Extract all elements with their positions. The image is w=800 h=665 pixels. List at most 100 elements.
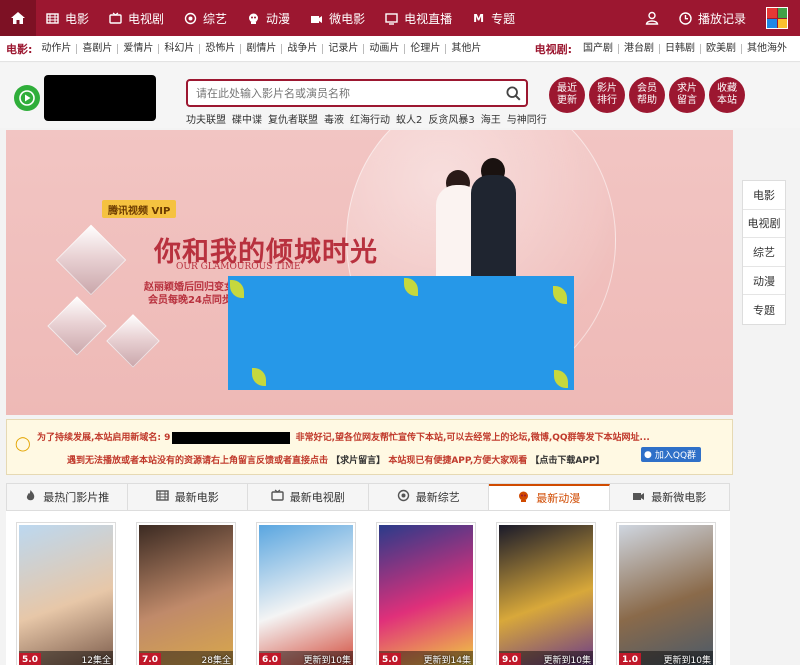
hot-search-words: 功夫联盟 碟中谍 复仇者联盟 毒液 红海行动 蚁人2 反贪风暴3 海王 与神同行	[186, 111, 547, 126]
join-qq-group-button[interactable]: ● 加入QQ群	[641, 447, 702, 462]
diamond-graphic	[106, 314, 160, 368]
movie-category-link[interactable]: 爱情片	[118, 43, 160, 54]
poster-card[interactable]: 9.0 更新到10集	[496, 522, 596, 665]
tab-4[interactable]: 最新动漫	[489, 484, 610, 510]
nav-item-2[interactable]: 综艺	[174, 0, 237, 36]
tab-label: 最新微电影	[651, 491, 707, 504]
movie-category-link[interactable]: 剧情片	[241, 43, 283, 54]
poster-image	[499, 525, 593, 665]
nav-item-4[interactable]: 微电影	[300, 0, 375, 36]
user-icon	[645, 11, 659, 25]
fire-icon	[24, 489, 37, 505]
redacted-domain	[172, 431, 291, 444]
tv-category-link[interactable]: 国产剧	[578, 43, 619, 54]
notice-text: 本站现已有便捷APP,方便大家观看	[388, 456, 528, 466]
movie-category-link[interactable]: 伦理片	[405, 43, 447, 54]
rating-badge: 5.0	[19, 653, 41, 665]
lightbulb-icon: ◯	[15, 436, 31, 452]
quick-link-button[interactable]: 会员帮助	[629, 77, 665, 113]
poster-card[interactable]: 1.0 更新到10集	[616, 522, 716, 665]
hot-word-link[interactable]: 蚁人2	[396, 111, 422, 126]
site-notice: ◯ 为了持续发展,本站启用新域名: 9 非常好记,望各位网友帮忙宣传下本站,可以…	[6, 419, 733, 475]
hot-word-link[interactable]: 功夫联盟	[186, 111, 226, 126]
movie-category-link[interactable]: 战争片	[282, 43, 324, 54]
request-link[interactable]: 【求片留言】	[331, 456, 385, 466]
search-input[interactable]	[188, 81, 500, 105]
home-icon	[11, 12, 25, 24]
search-box	[186, 79, 528, 107]
live-tv-icon	[385, 12, 398, 25]
tab-label: 最热门影片推	[43, 491, 110, 504]
tab-2[interactable]: 最新电视剧	[248, 484, 369, 510]
notice-text: 非常好记,望各位网友帮忙宣传下本站,可以去经常上的论坛,微博,QQ群等发下本站网…	[295, 433, 650, 443]
movie-category-link[interactable]: 其他片	[446, 43, 486, 54]
tv-category-link[interactable]: 日韩剧	[660, 43, 701, 54]
movie-category-link[interactable]: 喜剧片	[77, 43, 119, 54]
side-menu-item[interactable]: 综艺	[743, 238, 785, 267]
hot-word-link[interactable]: 海王	[481, 111, 501, 126]
hot-word-link[interactable]: 反贪风暴3	[428, 111, 474, 126]
tab-1[interactable]: 最新电影	[127, 484, 248, 510]
clock-icon	[679, 11, 692, 25]
home-button[interactable]	[0, 0, 36, 36]
movie-category-link[interactable]: 动作片	[36, 43, 78, 54]
tv-category-link[interactable]: 欧美剧	[701, 43, 742, 54]
poster-card[interactable]: 5.0 12集全	[16, 522, 116, 665]
tab-0[interactable]: 最热门影片推	[7, 484, 128, 510]
hot-word-link[interactable]: 与神同行	[507, 111, 547, 126]
poster-image	[259, 525, 353, 665]
hot-word-link[interactable]: 红海行动	[350, 111, 390, 126]
quick-link-button[interactable]: 求片留言	[669, 77, 705, 113]
nav-item-6[interactable]: M 专题	[462, 0, 525, 36]
side-menu-item[interactable]: 电视剧	[743, 210, 785, 239]
topic-icon: M	[473, 11, 485, 25]
hot-word-link[interactable]: 碟中谍	[232, 111, 262, 126]
overlay-ad-box[interactable]	[228, 276, 574, 390]
logo-square	[767, 18, 777, 28]
anime-icon	[247, 12, 260, 25]
nav-item-1[interactable]: 电视剧	[99, 0, 174, 36]
nav-item-label: 综艺	[203, 11, 228, 26]
tab-label: 最新动漫	[536, 492, 581, 505]
search-button[interactable]	[500, 85, 526, 101]
nav-item-label: 电视直播	[404, 11, 453, 26]
site-color-logo[interactable]	[766, 7, 788, 29]
movie-category-link[interactable]: 恐怖片	[200, 43, 242, 54]
poster-card[interactable]: 6.0 更新到10集	[256, 522, 356, 665]
site-logo[interactable]	[14, 85, 40, 111]
hot-word-link[interactable]: 复仇者联盟	[268, 111, 318, 126]
nav-item-3[interactable]: 动漫	[237, 0, 300, 36]
nav-item-0[interactable]: 电影	[36, 0, 99, 36]
user-button[interactable]	[635, 11, 669, 25]
poster-card[interactable]: 7.0 28集全	[136, 522, 236, 665]
promo-banner[interactable]: 腾讯视频 VIP 你和我的倾城时光 OUR GLAMOUROUS TIME 赵丽…	[6, 130, 733, 415]
search-icon	[505, 85, 521, 101]
episode-status: 更新到10集	[543, 656, 591, 665]
micro-film-icon	[310, 12, 323, 25]
play-history-button[interactable]: 播放记录	[669, 0, 756, 36]
nav-item-label: 专题	[491, 11, 516, 26]
download-app-link[interactable]: 【点击下载APP】	[530, 456, 604, 466]
movie-category-link[interactable]: 记录片	[323, 43, 365, 54]
variety-icon	[397, 489, 410, 505]
side-menu-item[interactable]: 专题	[743, 295, 785, 324]
movie-category-link[interactable]: 科幻片	[159, 43, 201, 54]
quick-link-button[interactable]: 最近更新	[549, 77, 585, 113]
nav-item-5[interactable]: 电视直播	[375, 0, 462, 36]
side-menu-item[interactable]: 动漫	[743, 267, 785, 296]
tab-3[interactable]: 最新综艺	[368, 484, 489, 510]
poster-image	[379, 525, 473, 665]
hot-word-link[interactable]: 毒液	[324, 111, 344, 126]
movie-category-link[interactable]: 动画片	[364, 43, 406, 54]
poster-card[interactable]: 5.0 更新到14集	[376, 522, 476, 665]
side-menu-item[interactable]: 电影	[743, 181, 785, 210]
tv-category-link[interactable]: 港台剧	[619, 43, 660, 54]
tab-5[interactable]: 最新微电影	[609, 484, 729, 510]
quick-link-button[interactable]: 影片排行	[589, 77, 625, 113]
tab-label: 最新综艺	[415, 491, 460, 504]
play-icon	[19, 90, 35, 106]
quick-link-button[interactable]: 收藏本站	[709, 77, 745, 113]
micro-film-icon	[632, 489, 645, 505]
notice-text: 为了持续发展,本站启用新域名:	[37, 433, 162, 443]
tv-category-link[interactable]: 其他海外	[742, 43, 792, 54]
